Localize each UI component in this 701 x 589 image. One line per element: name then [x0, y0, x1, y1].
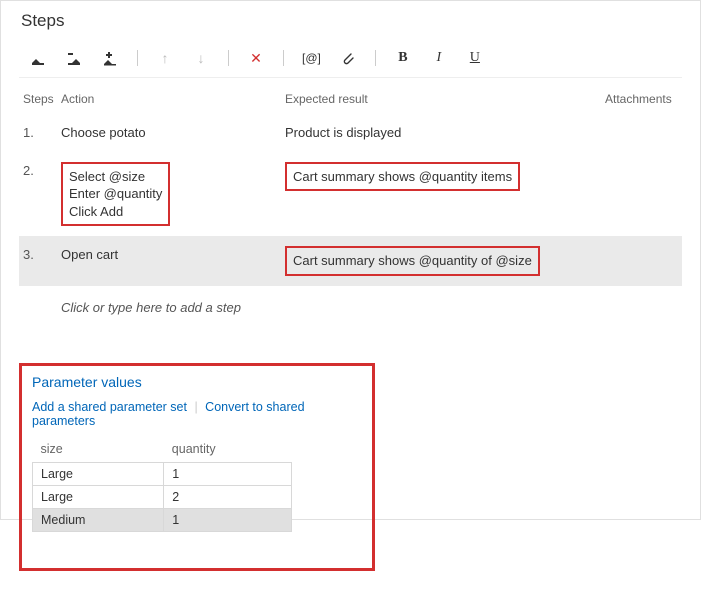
col-steps: Steps: [19, 84, 57, 114]
step-action[interactable]: Select @sizeEnter @quantityClick Add: [57, 152, 281, 237]
expected-highlight[interactable]: Cart summary shows @quantity of @size: [285, 246, 540, 276]
param-col-quantity: quantity: [164, 438, 292, 463]
attach-icon[interactable]: [339, 49, 357, 67]
param-row[interactable]: Large2: [33, 485, 292, 508]
toolbar-separator: [283, 50, 284, 66]
param-cell-quantity[interactable]: 1: [164, 462, 292, 485]
step-action[interactable]: Open cart: [57, 236, 281, 286]
parameter-table-body: Large1Large2Medium1: [33, 462, 292, 531]
parameter-links: Add a shared parameter set | Convert to …: [32, 400, 362, 428]
parameter-values-title: Parameter values: [32, 374, 362, 390]
step-number: 1.: [19, 114, 57, 152]
insert-shared-step-icon[interactable]: [101, 49, 119, 67]
step-expected[interactable]: Cart summary shows @quantity items: [281, 152, 601, 237]
italic-button[interactable]: I: [430, 49, 448, 67]
steps-grid: Steps Action Expected result Attachments…: [19, 84, 682, 286]
param-row[interactable]: Large1: [33, 462, 292, 485]
link-divider: |: [194, 400, 197, 414]
move-down-icon: ↓: [192, 49, 210, 67]
bold-button[interactable]: B: [394, 49, 412, 67]
expected-highlight[interactable]: Cart summary shows @quantity items: [285, 162, 520, 192]
col-action: Action: [57, 84, 281, 114]
move-up-icon: ↑: [156, 49, 174, 67]
step-expected[interactable]: Cart summary shows @quantity of @size: [281, 236, 601, 286]
insert-step-after-icon[interactable]: [65, 49, 83, 67]
col-expected: Expected result: [281, 84, 601, 114]
step-number: 2.: [19, 152, 57, 237]
action-highlight[interactable]: Select @sizeEnter @quantityClick Add: [61, 162, 170, 227]
col-attachments: Attachments: [601, 84, 682, 114]
toolbar-separator: [228, 50, 229, 66]
add-shared-parameter-link[interactable]: Add a shared parameter set: [32, 400, 187, 414]
parameter-values-panel: Parameter values Add a shared parameter …: [19, 363, 375, 571]
add-step-placeholder[interactable]: Click or type here to add a step: [19, 286, 682, 319]
toolbar-separator: [375, 50, 376, 66]
insert-step-icon[interactable]: [29, 49, 47, 67]
step-attachments: [601, 114, 682, 152]
step-attachments: [601, 236, 682, 286]
param-cell-size[interactable]: Large: [33, 462, 164, 485]
step-action[interactable]: Choose potato: [57, 114, 281, 152]
step-number: 3.: [19, 236, 57, 286]
delete-step-icon[interactable]: ✕: [247, 49, 265, 67]
param-col-size: size: [33, 438, 164, 463]
step-expected[interactable]: Product is displayed: [281, 114, 601, 152]
section-title: Steps: [19, 11, 682, 31]
param-cell-size[interactable]: Large: [33, 485, 164, 508]
step-attachments: [601, 152, 682, 237]
underline-button[interactable]: U: [466, 49, 484, 67]
param-cell-quantity[interactable]: 2: [164, 485, 292, 508]
parameter-table: size quantity Large1Large2Medium1: [32, 438, 292, 532]
toolbar-separator: [137, 50, 138, 66]
steps-toolbar: ↑ ↓ ✕ [@] B I U: [19, 43, 682, 78]
insert-parameter-icon[interactable]: [@]: [302, 49, 321, 67]
